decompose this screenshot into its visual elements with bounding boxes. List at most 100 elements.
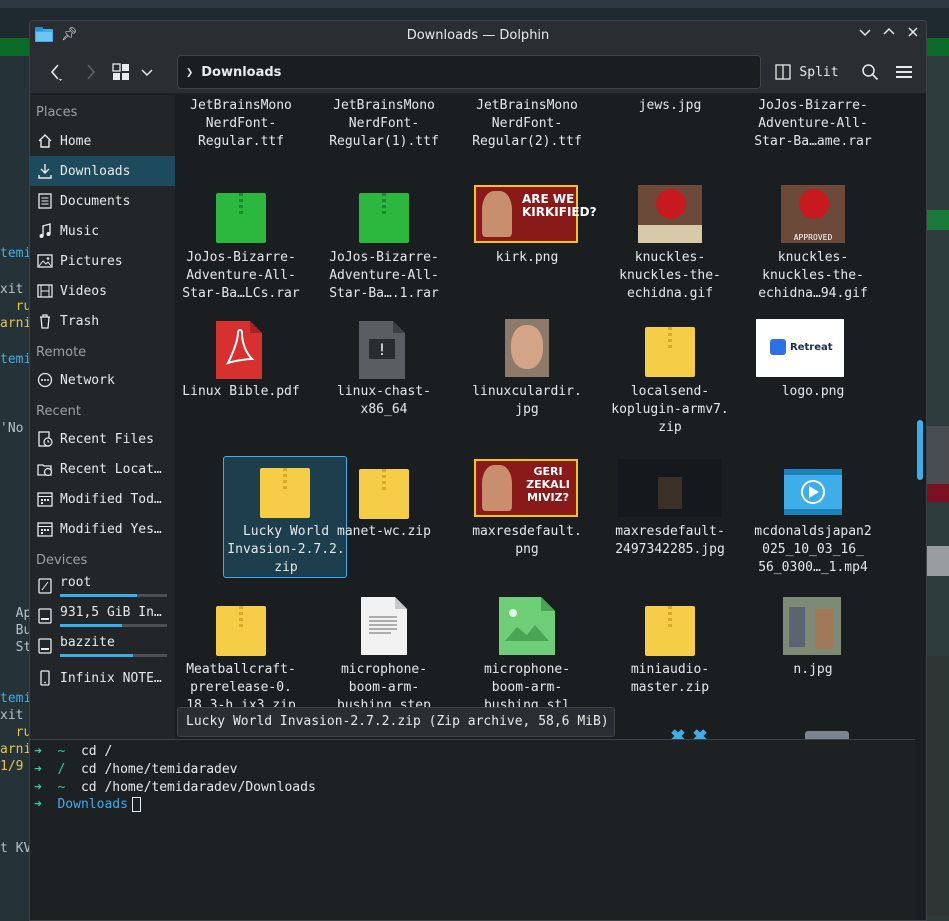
zip-archive-icon — [216, 606, 266, 656]
sidebar-item-music[interactable]: Music — [30, 216, 175, 246]
background-right — [926, 56, 949, 921]
forward-button[interactable] — [76, 59, 104, 85]
file-item[interactable]: knuckles- knuckles-the- echidna.gif — [608, 185, 732, 309]
file-item[interactable]: JoJos-Bizarre- Adventure-All- Star-Ba…am… — [751, 95, 875, 149]
video-icon — [784, 469, 842, 515]
vertical-scrollbar[interactable] — [915, 95, 926, 920]
file-item[interactable]: JoJos-Bizarre- Adventure-All- Star-Ba….1… — [322, 189, 446, 309]
file-item[interactable]: APPROVED knuckles- knuckles-the- echidna… — [751, 185, 875, 309]
image-thumbnail — [783, 597, 841, 655]
image-file-icon — [499, 597, 555, 655]
image-thumbnail: GERI ZEKALI MIVIZ? — [474, 459, 578, 517]
sidebar-item-device-phone[interactable]: Infinix NOTE… — [30, 663, 175, 693]
zip-archive-icon — [645, 606, 695, 656]
terminal-line: ➜ ~ cd /home/temidaradev/Downloads — [34, 780, 316, 795]
bg-text: temi — [0, 246, 32, 261]
file-item[interactable]: microphone- boom-arm- bushing.step — [322, 595, 446, 715]
file-item[interactable]: jews.jpg — [608, 95, 732, 143]
sidebar-item-documents[interactable]: Documents — [30, 186, 175, 216]
breadcrumb-downloads[interactable]: Downloads — [201, 65, 281, 80]
bg-text: temi — [0, 691, 32, 706]
window-title: Downloads — Dolphin — [406, 28, 550, 43]
file-item[interactable]: ! linux-chast- x86_64 — [322, 321, 446, 443]
file-item[interactable]: GERI ZEKALI MIVIZ? maxresdefault. png — [465, 457, 589, 577]
file-item[interactable]: mcdonaldsjapan2 025_10_03_16_ 56_0300…_1… — [751, 457, 875, 577]
sidebar-item-downloads[interactable]: Downloads — [30, 156, 175, 186]
file-item[interactable]: ARE WE KIRKIFIED? kirk.png — [465, 185, 597, 309]
bg-text: xit — [0, 282, 24, 297]
split-label: Split — [799, 64, 839, 80]
section-places: Places — [36, 105, 78, 120]
search-button[interactable] — [858, 59, 882, 85]
section-devices: Devices — [36, 553, 88, 568]
sidebar-item-recent-locations[interactable]: Recent Locat… — [30, 454, 175, 484]
file-item[interactable]: maxresdefault- 2497342285.jpg — [608, 457, 732, 577]
file-item[interactable]: JetBrainsMono NerdFont- Regular(1).ttf — [322, 95, 446, 149]
file-item[interactable]: JetBrainsMono NerdFont- Regular(2).ttf — [465, 95, 589, 149]
chevron-right-icon: ❯ — [186, 65, 194, 79]
sidebar-item-recent-files[interactable]: Recent Files — [30, 424, 175, 454]
terminal-cursor — [131, 797, 141, 812]
scrollbar-thumb[interactable] — [917, 420, 923, 480]
drive-icon — [36, 577, 54, 595]
places-panel: Places Home Downloads Documents Music Pi… — [30, 95, 175, 739]
calendar-icon — [36, 520, 54, 538]
file-item[interactable] — [177, 95, 301, 215]
chevron-down-icon — [859, 29, 871, 37]
hamburger-menu-icon — [896, 66, 912, 78]
terminal-prompt[interactable]: ➜ Downloads — [34, 797, 141, 812]
sidebar-item-pictures[interactable]: Pictures — [30, 246, 175, 276]
sidebar-item-home[interactable]: Home — [30, 126, 175, 156]
drive-image-icon — [805, 731, 849, 739]
terminal-line: ➜ / cd /home/temidaradev — [34, 762, 238, 777]
bg-text: St — [0, 640, 32, 655]
bg-text: Bu — [0, 623, 32, 638]
section-remote: Remote — [36, 345, 87, 360]
executable-icon: ! — [359, 321, 405, 379]
file-item[interactable]: miniaudio- master.zip — [608, 595, 732, 715]
file-item[interactable]: Linux Bible.pdf — [179, 321, 303, 443]
terminal-line: ➜ ~ cd / — [34, 744, 113, 759]
file-item[interactable]: Meatballcraft- prerelease-0. 18.3-h…ix3.… — [179, 595, 303, 715]
minimize-button[interactable] — [856, 26, 874, 44]
document-icon — [36, 192, 54, 210]
sidebar-item-videos[interactable]: Videos — [30, 276, 175, 306]
file-item[interactable]: linuxculardir. jpg — [465, 319, 589, 443]
sidebar-item-trash[interactable]: Trash — [30, 306, 175, 336]
terminal-panel[interactable]: ➜ ~ cd / ➜ / cd /home/temidaradev ➜ ~ cd… — [30, 739, 915, 920]
file-view[interactable]: JetBrainsMono NerdFont- Regular.ttf JetB… — [177, 95, 915, 739]
file-item[interactable]: microphone- boom-arm- bushing.stl — [465, 595, 589, 715]
file-item[interactable]: localsend- koplugin-armv7. zip — [608, 323, 732, 443]
svg-text:!: ! — [379, 340, 385, 359]
title-bar[interactable]: 📌︎ Downloads — Dolphin — [30, 21, 926, 50]
file-item[interactable]: n.jpg — [751, 595, 875, 715]
bg-text: 1/9 — [0, 759, 24, 774]
sidebar-item-network[interactable]: Network — [30, 365, 175, 395]
film-icon — [36, 282, 54, 300]
close-button[interactable] — [904, 26, 922, 44]
bg-text: ru — [0, 725, 32, 740]
location-bar[interactable]: ❯ Downloads — [177, 55, 761, 89]
recent-files-icon — [36, 430, 54, 448]
text-document-icon — [361, 597, 407, 655]
image-thumbnail: ARE WE KIRKIFIED? — [474, 185, 597, 243]
desktop-bg-fragment — [926, 38, 949, 56]
grid-view-icon — [112, 63, 129, 80]
trash-icon — [36, 312, 54, 330]
view-mode-dropdown[interactable] — [138, 59, 156, 85]
file-item[interactable]: Retreat logo.png — [751, 319, 875, 443]
image-thumbnail: APPROVED — [781, 185, 845, 243]
section-recent: Recent — [36, 404, 81, 419]
file-item[interactable]: manet-wc.zip — [322, 457, 446, 577]
bg-text: arni — [0, 742, 32, 757]
sidebar-item-modified-yesterday[interactable]: Modified Yes… — [30, 514, 175, 544]
maximize-button[interactable] — [880, 26, 898, 44]
back-arrow-icon — [50, 64, 62, 81]
home-icon — [36, 132, 54, 150]
view-mode-button[interactable] — [110, 59, 132, 85]
split-button[interactable]: Split — [774, 59, 840, 85]
menu-button[interactable] — [892, 59, 916, 85]
sidebar-item-modified-today[interactable]: Modified Tod… — [30, 484, 175, 514]
capacity-bar-bazzite — [60, 654, 167, 657]
back-button[interactable] — [42, 59, 70, 85]
